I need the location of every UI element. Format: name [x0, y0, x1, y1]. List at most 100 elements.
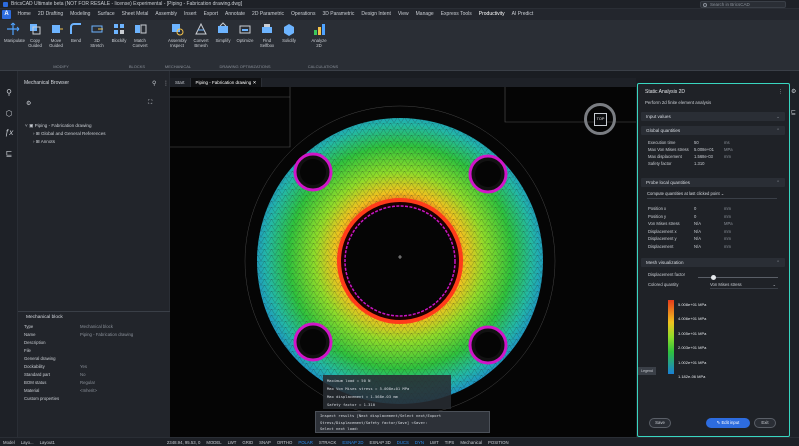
move-guided-button[interactable]: Move Guided	[47, 22, 65, 48]
analyze-2d-button[interactable]: Analyze 2D	[310, 22, 328, 48]
prop-row-standard-part[interactable]: Standard part No	[24, 372, 164, 380]
tree-item-annots[interactable]: › ⊞ Annots	[33, 139, 55, 145]
global-row-max-stress: Max Von Mises stress 5.008e+01 MPa	[648, 147, 733, 152]
prop-row-custom-properties[interactable]: Custom properties	[24, 396, 164, 404]
settings-icon[interactable]: ⚙	[791, 88, 796, 95]
tab-surface[interactable]: Surface	[94, 9, 118, 20]
prop-row-material[interactable]: Material <Inherit>	[24, 388, 164, 396]
prop-row-dockability[interactable]: Dockability Yes	[24, 364, 164, 372]
blockify-button[interactable]: Blockify	[110, 22, 128, 44]
search-input[interactable]: Search in BricsCAD	[700, 1, 786, 8]
solidify-button[interactable]: Solidify	[280, 22, 298, 44]
simplify-button[interactable]: Simplify	[214, 22, 232, 44]
match-convert-button[interactable]: Match Convert	[131, 22, 149, 48]
pin-icon[interactable]: ⚲	[152, 80, 156, 87]
exit-button[interactable]: Exit	[754, 418, 776, 428]
tab-design-intent[interactable]: Design Intent	[358, 9, 394, 20]
drawing-canvas[interactable]: TOP Maximum load = 50 N Max Von Mises st…	[170, 87, 636, 437]
tab-3d-parametric[interactable]: 3D Parametric	[319, 9, 358, 20]
toggle-position[interactable]: POSITION	[485, 440, 512, 445]
tab-2d-drafting[interactable]: 2D Drafting	[34, 9, 66, 20]
tab-2d-parametric[interactable]: 2D Parametric	[249, 9, 288, 20]
bolt-hole-bottom-right	[468, 325, 508, 365]
expand-icon[interactable]: ⛶	[148, 100, 152, 107]
status-bar: Model Layo... Layout1 2348.94, 95.53, 0 …	[0, 437, 799, 446]
copy-guided-button[interactable]: Copy Guided	[26, 22, 44, 48]
bend-button[interactable]: Bend	[67, 22, 85, 44]
section-input-values[interactable]: Input values ⌄	[641, 112, 785, 121]
bend-icon	[70, 23, 81, 34]
colored-quantity-select[interactable]: Von Mises stress ⌄	[710, 282, 778, 289]
more-icon[interactable]: ⋮	[163, 80, 169, 87]
tab-insert[interactable]: Insert	[181, 9, 201, 20]
toggle-polar[interactable]: POLAR	[295, 440, 316, 445]
application-menu-button[interactable]: A	[2, 10, 11, 19]
viewcube-top-face[interactable]: TOP	[594, 113, 607, 126]
edit-input-button[interactable]: ✎ Edit input	[706, 418, 750, 428]
ribbon: Manipulate Copy Guided Move Guided Bend …	[0, 20, 799, 71]
tab-operations[interactable]: Operations	[288, 9, 319, 20]
location-pin-icon[interactable]: ⚲	[4, 88, 14, 98]
toggle-ducs[interactable]: DUCS	[394, 440, 412, 445]
legend-side-tab[interactable]: Legend	[638, 367, 656, 375]
layers-icon[interactable]: ⊑	[4, 149, 14, 159]
3d-stretch-button[interactable]: 3D Stretch	[88, 22, 106, 48]
slider-thumb[interactable]	[711, 274, 716, 280]
section-mesh-visualization[interactable]: Mesh visualization ⌃	[641, 258, 785, 267]
layout-tab[interactable]: Layo...	[18, 440, 37, 445]
probe-mode-select[interactable]: Compute quantities at last clicked point…	[647, 191, 777, 199]
panel-menu-icon[interactable]: ⋮	[778, 89, 783, 95]
tab-home[interactable]: Home	[14, 9, 34, 20]
convert-bmesh-button[interactable]: Convert Bmesh	[192, 22, 210, 48]
tab-annotate[interactable]: Annotate	[222, 9, 249, 20]
section-probe-quantities[interactable]: Probe local quantities ⌃	[641, 178, 785, 187]
tab-express-tools[interactable]: Express Tools	[437, 9, 475, 20]
tab-ai-predict[interactable]: AI Predict	[508, 9, 537, 20]
bolt-hole-top-right	[468, 154, 508, 194]
toggle-lwt[interactable]: LWT	[225, 440, 240, 445]
optimize-button[interactable]: Optimize	[236, 22, 254, 44]
find-selfbox-button[interactable]: Find Selfbox	[258, 22, 276, 48]
legend-label: 4.006e+01 MPa	[678, 316, 707, 322]
section-global-quantities[interactable]: Global quantities ⌃	[641, 126, 785, 135]
model-tab[interactable]: Model	[0, 440, 18, 445]
tree-item-references[interactable]: › ⊞ Global and General References	[33, 131, 106, 137]
toggle-dyn[interactable]: DYN	[412, 440, 427, 445]
toggle-esnap-2d[interactable]: ESNAP 2D	[339, 440, 366, 445]
toggle-grid[interactable]: GRID	[239, 440, 256, 445]
tab-productivity[interactable]: Productivity	[475, 9, 509, 21]
tab-view[interactable]: View	[394, 9, 412, 20]
tab-manage[interactable]: Manage	[412, 9, 437, 20]
close-tab-icon[interactable]: ✕	[253, 80, 257, 85]
viewcube[interactable]: TOP	[584, 103, 616, 135]
layout1-tab[interactable]: Layout1	[37, 440, 58, 445]
menu-bar: A Home 2D Drafting Modeling Surface Shee…	[0, 9, 799, 21]
tab-export[interactable]: Export	[200, 9, 221, 20]
tab-sheet-metal[interactable]: Sheet Metal	[118, 9, 152, 20]
displacement-factor-slider[interactable]	[698, 277, 778, 278]
tab-piping-drawing[interactable]: Piping - Fabrication drawing ✕	[190, 78, 263, 87]
save-button[interactable]: Save	[649, 418, 671, 428]
simplify-icon	[218, 22, 228, 33]
command-line-input[interactable]: Inspect results [Next displacement/Selec…	[315, 411, 490, 433]
tab-assembly[interactable]: Assembly	[152, 9, 181, 20]
toggle-tips[interactable]: TIPS	[442, 440, 458, 445]
toggle-ortho[interactable]: ORTHO	[274, 440, 295, 445]
browser-settings-icon[interactable]: ⚙	[26, 100, 31, 107]
toggle-esnap-3d[interactable]: ESNAP 3D	[367, 440, 394, 445]
manipulate-button[interactable]: Manipulate	[4, 22, 25, 44]
toggle-lwt-2[interactable]: LWT	[427, 440, 442, 445]
toggle-snap[interactable]: SNAP	[256, 440, 274, 445]
probe-row-displacement: Displacement N/A mm	[648, 243, 731, 249]
prop-row-bom-status[interactable]: BOM status Regular	[24, 380, 164, 388]
assembly-inspect-button[interactable]: Assembly Inspect	[168, 22, 187, 48]
workspace-mechanical[interactable]: Mechanical	[457, 440, 485, 445]
toggle-strack[interactable]: STRACK	[316, 440, 339, 445]
tab-modeling[interactable]: Modeling	[67, 9, 94, 20]
layers-icon[interactable]: ⊑	[791, 109, 796, 116]
tree-item-root[interactable]: ˅ ▣ Piping - Fabrication drawing	[25, 123, 92, 129]
tab-start[interactable]: Start	[170, 78, 191, 87]
toggle-model[interactable]: MODEL	[203, 440, 224, 445]
cube-icon[interactable]: ⬡	[4, 109, 14, 119]
formula-icon[interactable]: ƒx	[4, 128, 14, 138]
